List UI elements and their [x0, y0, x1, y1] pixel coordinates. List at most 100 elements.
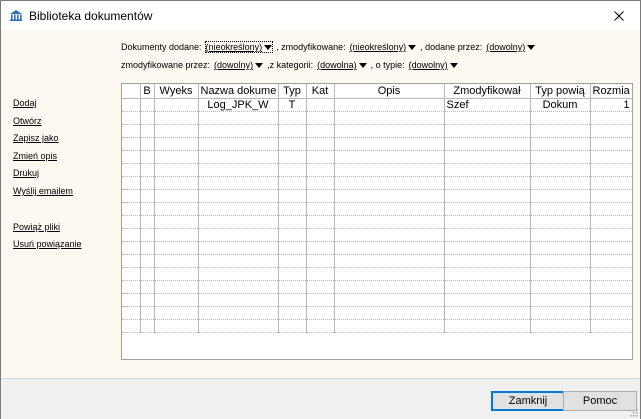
action-link-usun-powiazanie[interactable]: Usuń powiązanie: [13, 239, 82, 249]
table-cell: [122, 111, 141, 125]
table-row-empty[interactable]: [122, 111, 632, 125]
table-cell: [154, 163, 199, 177]
table-cell: [198, 254, 279, 268]
table-row-empty[interactable]: [122, 215, 632, 229]
table-cell: [334, 202, 445, 216]
action-link-zapisz-jako[interactable]: Zapisz jako: [13, 133, 59, 143]
table-cell: [530, 202, 591, 216]
table-row-empty[interactable]: [122, 150, 632, 164]
title-bar[interactable]: Biblioteka dokumentów: [1, 1, 640, 30]
table-cell: [334, 228, 445, 242]
action-link-wyslij-emailem[interactable]: Wyślij emailem: [13, 186, 73, 196]
help-button[interactable]: Pomoc: [563, 391, 637, 411]
table-cell: [140, 163, 155, 177]
table-cell: [198, 124, 279, 138]
action-link-drukuj[interactable]: Drukuj: [13, 168, 39, 178]
action-link-zmien-opis[interactable]: Zmień opis: [13, 151, 57, 161]
filter-dropdown[interactable]: (dowolny): [214, 60, 264, 70]
table-cell: Log_JPK_W: [198, 98, 279, 112]
filter-label: , o typie:: [370, 60, 405, 70]
table-cell: [278, 319, 307, 333]
table-cell: [278, 254, 307, 268]
table-cell: [334, 241, 445, 255]
table-cell: [444, 267, 531, 281]
table-row-empty[interactable]: [122, 202, 632, 216]
table-row[interactable]: Log_JPK_W T Szef Dokum 1: [122, 98, 632, 112]
action-link-powiaz-pliki[interactable]: Powiąż pliki: [13, 222, 60, 232]
action-link-dodaj[interactable]: Dodaj: [13, 98, 37, 108]
documents-grid[interactable]: B Wyeks Nazwa dokume Typ Kat Opis Zmodyfikował…: [121, 83, 633, 360]
table-cell: [154, 254, 199, 268]
resize-grip-icon[interactable]: [628, 407, 638, 417]
table-cell: [590, 241, 632, 255]
table-row-empty[interactable]: [122, 267, 632, 281]
table-row-empty[interactable]: [122, 124, 632, 138]
table-cell: [530, 111, 591, 125]
table-cell: [334, 215, 445, 229]
action-link-otworz[interactable]: Otwórz: [13, 116, 42, 126]
table-cell: [530, 163, 591, 177]
table-row-empty[interactable]: [122, 241, 632, 255]
table-row-empty[interactable]: [122, 306, 632, 320]
table-row-empty[interactable]: [122, 228, 632, 242]
table-row-empty[interactable]: [122, 280, 632, 294]
table-cell: [154, 150, 199, 164]
table-cell: Dokum: [530, 98, 591, 112]
table-row-empty[interactable]: [122, 189, 632, 203]
window-close-button[interactable]: [598, 1, 640, 30]
table-cell: [278, 293, 307, 307]
column-header[interactable]: Kat: [306, 84, 335, 99]
column-header[interactable]: Opis: [334, 84, 445, 99]
table-cell: [444, 228, 531, 242]
table-cell: [334, 111, 445, 125]
table-cell: [278, 163, 307, 177]
table-cell: [590, 124, 632, 138]
table-row-empty[interactable]: [122, 163, 632, 177]
filter-dropdown-value: (dowolny): [214, 60, 254, 70]
table-cell: [122, 293, 141, 307]
column-header[interactable]: Typ powią: [530, 84, 591, 99]
column-header[interactable]: [122, 84, 141, 99]
table-cell: [198, 189, 279, 203]
filter-dropdown[interactable]: (nieokreślony): [204, 41, 274, 53]
column-header[interactable]: B: [140, 84, 155, 99]
table-cell: [154, 267, 199, 281]
table-cell: [154, 124, 199, 138]
table-row-empty[interactable]: [122, 319, 632, 333]
filter-dropdown[interactable]: (dowolna): [317, 60, 367, 70]
filter-dropdown[interactable]: (dowolny): [409, 60, 458, 70]
table-cell: [444, 176, 531, 190]
table-cell: [334, 137, 445, 151]
column-header[interactable]: Typ: [278, 84, 307, 99]
table-cell: [444, 124, 531, 138]
filter-label: ,z kategorii:: [267, 60, 314, 70]
table-cell: [530, 137, 591, 151]
table-cell: [306, 163, 335, 177]
table-row-empty[interactable]: [122, 254, 632, 268]
filter-dropdown[interactable]: (nieokreślony): [350, 42, 417, 52]
table-cell: [122, 176, 141, 190]
column-header[interactable]: Rozmia: [590, 84, 632, 99]
table-cell: [590, 280, 632, 294]
column-header[interactable]: Nazwa dokume: [198, 84, 279, 99]
table-cell: [306, 241, 335, 255]
table-cell: [590, 111, 632, 125]
table-cell: [140, 267, 155, 281]
filter-dropdown[interactable]: (dowolny): [486, 42, 536, 52]
column-header[interactable]: Wyeks: [154, 84, 199, 99]
table-cell: [530, 254, 591, 268]
table-cell: [140, 137, 155, 151]
table-row-empty[interactable]: [122, 293, 632, 307]
table-cell: [306, 228, 335, 242]
close-button[interactable]: Zamknij: [491, 391, 565, 411]
table-cell: [122, 215, 141, 229]
table-row-empty[interactable]: [122, 176, 632, 190]
table-cell: [198, 150, 279, 164]
table-row-empty[interactable]: [122, 137, 632, 151]
table-cell: [278, 189, 307, 203]
table-cell: [278, 111, 307, 125]
table-cell: [154, 202, 199, 216]
table-cell: [530, 306, 591, 320]
column-header[interactable]: Zmodyfikował: [444, 84, 531, 99]
chevron-down-icon: [408, 44, 417, 50]
